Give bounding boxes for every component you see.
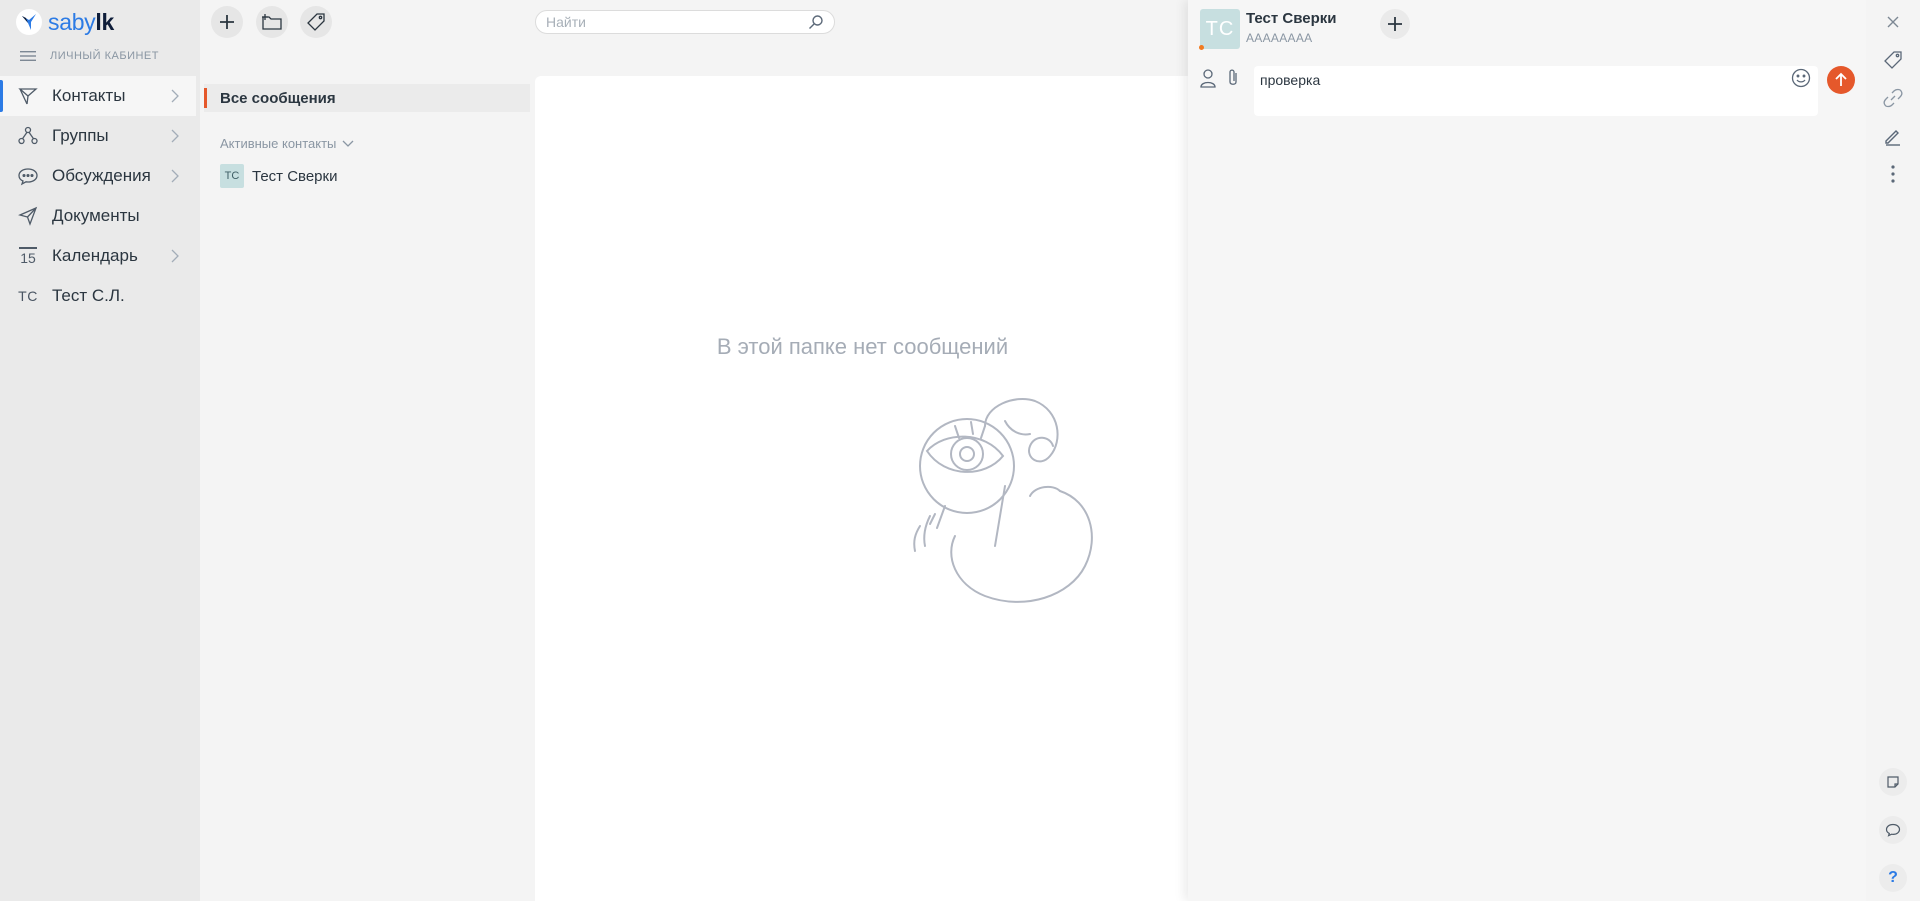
nav-item-contacts[interactable]: Контакты [0, 76, 196, 116]
nav-item-profile[interactable]: ТС Тест С.Л. [0, 276, 196, 316]
dialog-side-rail: ? [1866, 0, 1920, 901]
saby-logo-icon [16, 9, 42, 35]
emoji-button[interactable] [1789, 66, 1813, 90]
contact-item[interactable]: ТС Тест Сверки [220, 164, 337, 188]
logo-text-lk: lk [95, 8, 114, 35]
help-icon: ? [1888, 869, 1898, 886]
tag-icon [1884, 51, 1902, 69]
search-icon[interactable] [808, 14, 824, 30]
dialog-panel: ТС Тест Сверки АААААААА проверка [1188, 0, 1866, 901]
message-composer[interactable]: проверка [1254, 66, 1818, 116]
profile-initials: ТС [18, 288, 38, 304]
user-avatar: ТС [16, 284, 40, 308]
plus-icon [1388, 17, 1402, 31]
smiley-icon [1791, 68, 1811, 88]
tag-button[interactable] [1879, 46, 1907, 74]
message-input[interactable]: проверка [1260, 72, 1320, 88]
note-icon [1887, 776, 1899, 788]
folder-add-icon [262, 14, 282, 30]
link-button[interactable] [1879, 84, 1907, 112]
new-folder-button[interactable] [256, 6, 288, 38]
chat-dots-icon [16, 164, 40, 188]
arrow-up-icon [1835, 72, 1847, 86]
paper-plane-icon [16, 204, 40, 228]
folder-all-messages-label: Все сообщения [220, 89, 336, 107]
plus-icon [220, 15, 234, 29]
close-button[interactable] [1879, 8, 1907, 36]
groups-icon [16, 124, 40, 148]
dialog-avatar[interactable]: ТС [1200, 9, 1240, 49]
recipient-button[interactable] [1198, 66, 1218, 90]
send-button[interactable] [1827, 66, 1855, 94]
dialog-contact-name[interactable]: Тест Сверки [1246, 10, 1337, 27]
nav-item-discussions[interactable]: Обсуждения [0, 156, 196, 196]
chevron-right-icon [171, 89, 179, 103]
more-button[interactable] [1879, 160, 1907, 188]
nav-item-groups[interactable]: Группы [0, 116, 196, 156]
person-icon [1200, 69, 1216, 88]
nav-label-documents: Документы [52, 206, 140, 225]
nav-item-calendar[interactable]: 15 Календарь [0, 236, 196, 276]
chevron-right-icon [171, 249, 179, 263]
calendar-day: 15 [20, 249, 36, 266]
calendar-icon: 15 [16, 244, 40, 268]
contact-avatar: ТС [220, 164, 244, 188]
close-icon [1887, 16, 1899, 28]
comments-button[interactable] [1879, 816, 1907, 844]
left-navigation: sabylk ЛИЧНЫЙ КАБИНЕТ Контакты Группы Об… [0, 0, 200, 901]
more-vertical-icon [1891, 165, 1895, 183]
empty-folder-text: В этой папке нет сообщений [716, 334, 1009, 359]
nav-list: Контакты Группы Обсуждения Документы 15 … [0, 76, 196, 316]
logo-text-saby: saby [48, 8, 96, 35]
messages-panel: В этой папке нет сообщений [535, 76, 1190, 901]
tag-icon [307, 13, 325, 31]
speech-bubble-icon [1885, 823, 1901, 837]
tags-button[interactable] [300, 6, 332, 38]
cabinet-label: ЛИЧНЫЙ КАБИНЕТ [50, 50, 159, 62]
help-button[interactable]: ? [1879, 864, 1907, 892]
search-input[interactable] [546, 14, 808, 30]
nav-label-contacts: Контакты [52, 86, 126, 105]
nav-label-groups: Группы [52, 126, 109, 145]
chevron-right-icon [171, 169, 179, 183]
add-button[interactable] [211, 6, 243, 38]
menu-toggle[interactable]: ЛИЧНЫЙ КАБИНЕТ [20, 50, 159, 62]
nav-label-profile: Тест С.Л. [52, 286, 125, 305]
chevron-down-icon [342, 140, 354, 147]
pen-icon [1885, 130, 1900, 146]
paperclip-icon [1229, 69, 1237, 85]
folder-all-messages[interactable]: Все сообщения [204, 84, 530, 112]
status-dot [1199, 45, 1204, 50]
nav-label-discussions: Обсуждения [52, 166, 151, 185]
contact-name: Тест Сверки [252, 167, 338, 185]
dialog-contact-subtitle: АААААААА [1246, 31, 1313, 45]
send-icon [16, 84, 40, 108]
nav-item-documents[interactable]: Документы [0, 196, 196, 236]
edit-button[interactable] [1879, 122, 1907, 150]
logo-text: sabylk [48, 9, 114, 36]
chevron-right-icon [171, 129, 179, 143]
link-icon [1883, 88, 1903, 108]
active-contacts-label: Активные контакты [220, 136, 337, 151]
attach-button[interactable] [1223, 66, 1243, 90]
logo[interactable]: sabylk [16, 8, 114, 36]
nav-label-calendar: Календарь [52, 246, 138, 265]
empty-state-illustration [913, 398, 1093, 603]
hamburger-icon [20, 51, 36, 61]
note-button[interactable] [1879, 768, 1907, 796]
add-participant-button[interactable] [1380, 9, 1410, 39]
active-contacts-toggle[interactable]: Активные контакты [220, 136, 354, 151]
search-bar[interactable] [535, 10, 835, 34]
